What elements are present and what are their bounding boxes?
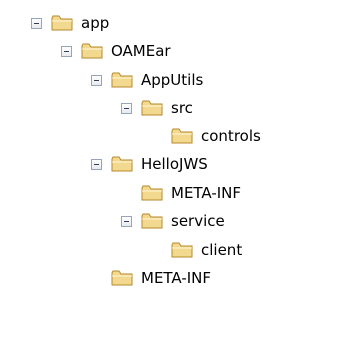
folder-icon bbox=[51, 15, 73, 31]
folder-icon bbox=[141, 185, 163, 201]
folder-icon bbox=[171, 242, 193, 258]
tree-node-apputils[interactable]: AppUtils bbox=[91, 66, 203, 94]
tree-node-service[interactable]: service bbox=[121, 207, 225, 235]
folder-icon bbox=[111, 270, 133, 286]
tree-node-client[interactable]: client bbox=[151, 236, 242, 264]
collapse-toggle[interactable] bbox=[91, 158, 102, 170]
folder-icon bbox=[171, 128, 193, 144]
folder-icon bbox=[141, 100, 163, 116]
collapse-toggle[interactable] bbox=[121, 215, 132, 227]
tree-node-controls[interactable]: controls bbox=[151, 122, 261, 150]
tree-node-app[interactable]: app bbox=[31, 9, 109, 37]
collapse-toggle[interactable] bbox=[31, 17, 42, 29]
collapse-toggle[interactable] bbox=[91, 74, 102, 86]
tree-node-label: AppUtils bbox=[141, 71, 204, 89]
tree-node-label: app bbox=[81, 14, 110, 32]
tree-node-meta-inf[interactable]: META-INF bbox=[91, 264, 211, 292]
folder-icon bbox=[141, 213, 163, 229]
tree-node-label: service bbox=[171, 212, 225, 230]
folder-icon bbox=[81, 43, 103, 59]
folder-icon bbox=[111, 156, 133, 172]
collapse-toggle[interactable] bbox=[61, 45, 72, 57]
tree-node-label: META-INF bbox=[171, 184, 242, 202]
tree-node-meta-inf[interactable]: META-INF bbox=[121, 179, 241, 207]
collapse-toggle[interactable] bbox=[121, 102, 132, 114]
folder-icon bbox=[111, 72, 133, 88]
tree-node-label: src bbox=[171, 99, 193, 117]
tree-node-oamear[interactable]: OAMEar bbox=[61, 37, 171, 65]
tree-node-label: OAMEar bbox=[111, 42, 171, 60]
tree-node-label: client bbox=[201, 241, 243, 259]
tree-node-label: HelloJWS bbox=[141, 155, 208, 173]
tree-node-src[interactable]: src bbox=[121, 94, 193, 122]
tree-node-hellojws[interactable]: HelloJWS bbox=[91, 150, 208, 178]
tree-node-label: controls bbox=[201, 127, 261, 145]
folder-tree: app OAMEar AppUtils src controls HelloJW… bbox=[0, 0, 349, 343]
tree-node-label: META-INF bbox=[141, 269, 212, 287]
